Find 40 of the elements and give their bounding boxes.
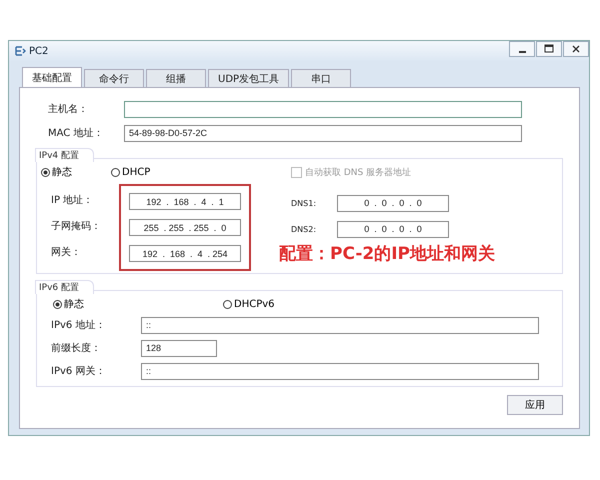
window-title: PC2 <box>29 46 48 56</box>
field-label: 前缀长度： <box>50 342 102 355</box>
radio-button[interactable]: DHCPv6 <box>223 298 405 310</box>
radio-button[interactable]: 静态 <box>53 297 223 311</box>
field-label: 子网掩码： <box>50 220 102 234</box>
maximize-button[interactable] <box>536 41 562 57</box>
field-label: DNS2: <box>291 224 318 234</box>
tab[interactable]: 组播 <box>146 69 206 87</box>
minimize-icon <box>518 50 526 52</box>
close-icon <box>571 44 581 54</box>
radio-button[interactable]: 静态 <box>41 165 111 179</box>
tab[interactable]: 命令行 <box>84 69 144 87</box>
field-label: IPv6 地址： <box>50 318 106 332</box>
input-field[interactable]: 54-89-98-D0-57-2C <box>124 124 522 142</box>
annotation-text: 配置：PC-2的IP地址和网关 <box>279 244 495 264</box>
tab[interactable]: 基础配置 <box>22 67 82 87</box>
ip-field[interactable]: 0 . 0 . 0 . 0 <box>337 194 449 212</box>
field-label: DNS1: <box>291 198 318 208</box>
maximize-icon <box>544 44 554 54</box>
field-label: MAC 地址： <box>47 126 104 140</box>
field-label: 主机名： <box>47 102 89 116</box>
ip-field[interactable]: 192 . 168 . 4 . 254 <box>129 245 241 262</box>
input-field[interactable]: :: <box>141 362 539 380</box>
radio-button[interactable]: DHCP <box>111 166 181 178</box>
group-title: IPv6 配置 <box>35 280 94 294</box>
minimize-button[interactable] <box>509 41 535 57</box>
ip-field[interactable]: 0 . 0 . 0 . 0 <box>337 220 449 238</box>
field-label: IPv6 网关： <box>50 364 106 378</box>
ip-field[interactable]: 192 . 168 . 4 . 1 <box>129 193 241 210</box>
tab[interactable]: UDP发包工具 <box>208 69 290 87</box>
tab[interactable]: 串口 <box>291 69 352 87</box>
field-label: 网关： <box>50 246 82 260</box>
input-field[interactable]: :: <box>141 316 539 334</box>
ip-field[interactable]: 255 . 255 . 255 . 0 <box>129 219 241 236</box>
close-button[interactable] <box>563 41 589 57</box>
field-label: IP 地址： <box>50 194 94 208</box>
input-field[interactable] <box>124 100 522 118</box>
group-title: IPv4 配置 <box>35 148 94 162</box>
apply-button[interactable]: 应用 <box>507 395 563 415</box>
input-field[interactable]: 128 <box>141 340 217 356</box>
